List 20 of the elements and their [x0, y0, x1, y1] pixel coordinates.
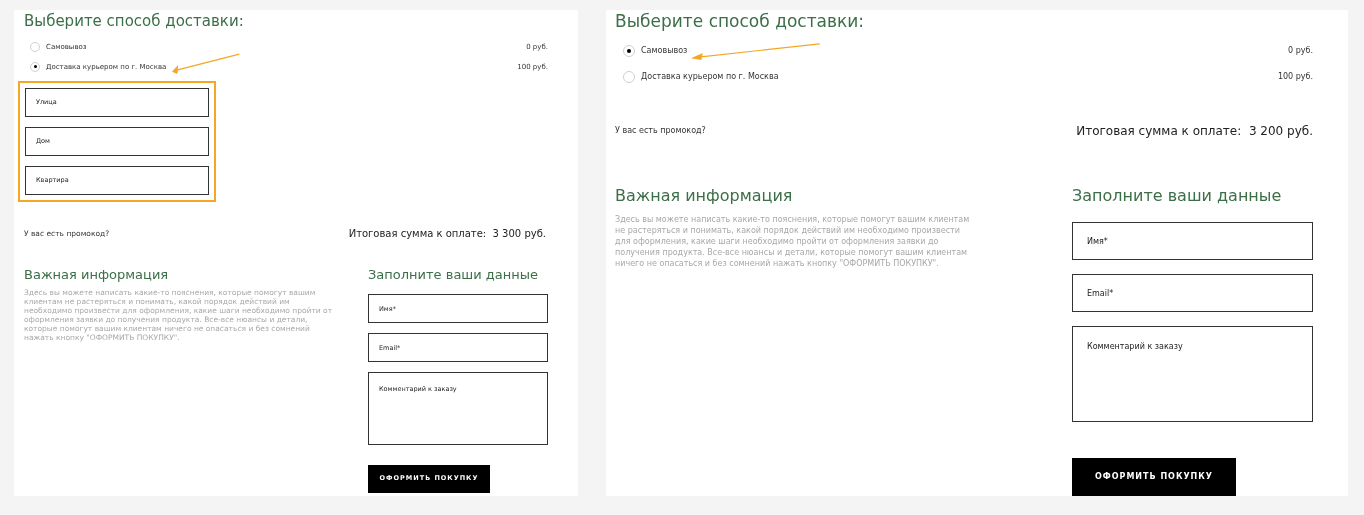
form-heading: Заполните ваши данные: [1072, 185, 1283, 208]
form-heading: Заполните ваши данные: [368, 265, 540, 284]
purchase-button[interactable]: ОФОРМИТЬ ПОКУПКУ: [1072, 458, 1236, 497]
option-price: 100 руб.: [1277, 71, 1313, 84]
input-field[interactable]: Имя*: [1072, 222, 1313, 261]
input-field[interactable]: Email*: [1072, 274, 1313, 313]
annotation-arrow-icon: [172, 52, 241, 75]
info-paragraph: Здесь вы можете написать какие-то пояснения, которые помогут вашим клиентам не растеряться и понимать, какой порядок действий им необходимо произвести для оформления, какие шаги необходимо пройти от оформления заявки до получения продукта. Все-все нюансы и детали, которые помогут вашим клиентам ничего не опасаться и без сомнений нажать кнопку "ОФОРМИТЬ ПОКУПКУ".: [615, 214, 971, 270]
delivery-heading: Выберите способ доставки:: [615, 11, 865, 33]
info-heading: Важная информация: [615, 185, 794, 208]
order-total: Итоговая сумма к оплате: 3 200 руб.: [1076, 123, 1313, 141]
option-label[interactable]: Самовывоз: [641, 45, 688, 58]
comment-field[interactable]: Комментарий к заказу: [1072, 326, 1313, 423]
order-total: Итоговая сумма к оплате: 3 300 руб.: [348, 226, 546, 241]
annotation-arrow-icon: [691, 43, 822, 62]
option-price: 0 руб.: [1288, 45, 1313, 58]
info-heading: Важная информация: [24, 265, 170, 284]
promo-code-link[interactable]: У вас есть промокод?: [615, 125, 706, 138]
option-label[interactable]: Доставка курьером по г. Москва: [641, 71, 779, 84]
delivery-heading: Выберите способ доставки:: [24, 12, 245, 31]
